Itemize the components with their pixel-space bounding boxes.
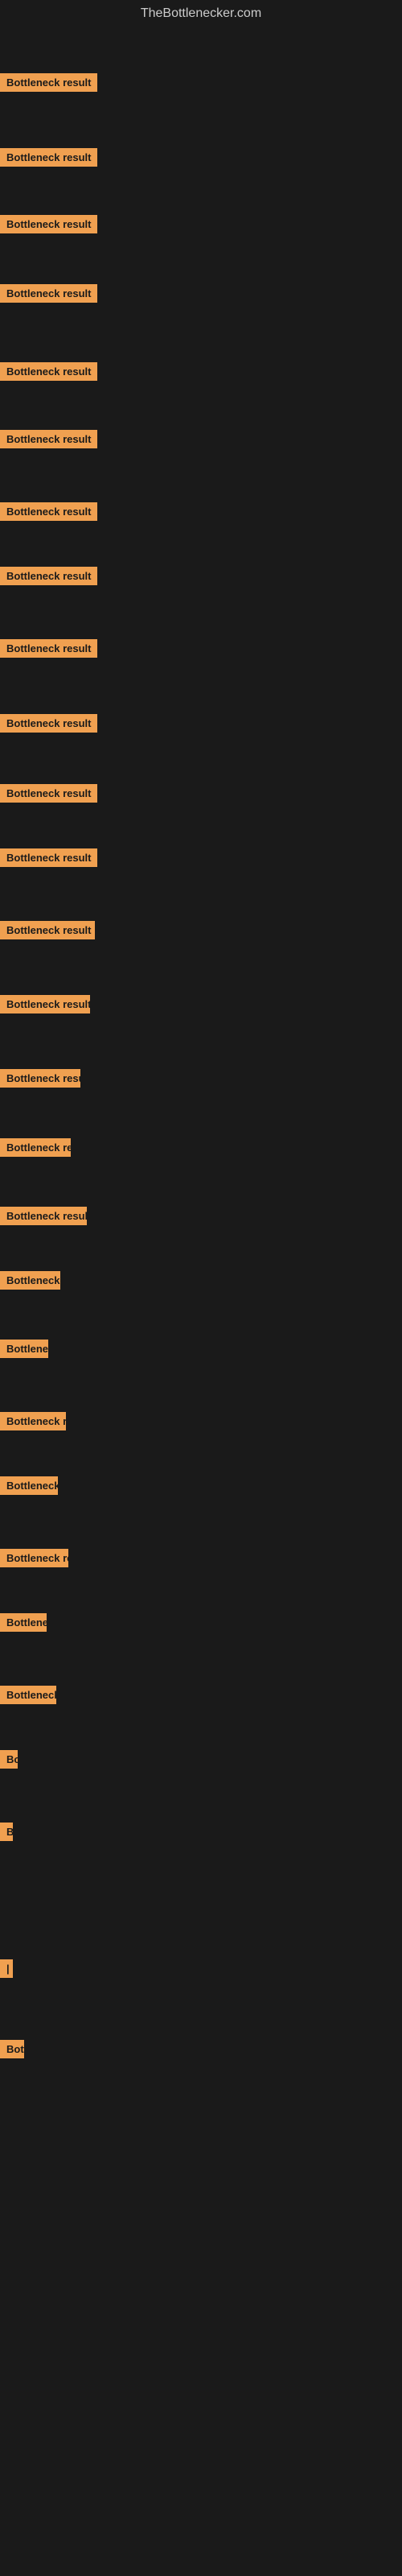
- bottleneck-item-27: |: [0, 1959, 13, 1982]
- bottleneck-label-25: Bo: [0, 1750, 18, 1769]
- bottleneck-label-16: Bottleneck re: [0, 1138, 71, 1157]
- bottleneck-item-16: Bottleneck re: [0, 1138, 71, 1161]
- bottleneck-item-17: Bottleneck resul: [0, 1207, 87, 1229]
- bottleneck-item-8: Bottleneck result: [0, 567, 97, 589]
- bottleneck-item-7: Bottleneck result: [0, 502, 97, 525]
- bottleneck-label-8: Bottleneck result: [0, 567, 97, 585]
- bottleneck-label-21: Bottleneck: [0, 1476, 58, 1495]
- bottleneck-label-14: Bottleneck result: [0, 995, 90, 1013]
- bottleneck-label-28: Bott: [0, 2040, 24, 2058]
- bottleneck-label-5: Bottleneck result: [0, 362, 97, 381]
- bottleneck-item-18: Bottleneck: [0, 1271, 60, 1294]
- bottleneck-item-12: Bottleneck result: [0, 848, 97, 871]
- bottleneck-item-25: Bo: [0, 1750, 18, 1773]
- bottleneck-item-23: Bottlene: [0, 1613, 47, 1636]
- bottleneck-item-19: Bottlene: [0, 1340, 48, 1362]
- bottleneck-label-23: Bottlene: [0, 1613, 47, 1632]
- bottleneck-item-22: Bottleneck re: [0, 1549, 68, 1571]
- bottleneck-item-11: Bottleneck result: [0, 784, 97, 807]
- bottleneck-item-2: Bottleneck result: [0, 148, 97, 171]
- bottleneck-item-21: Bottleneck: [0, 1476, 58, 1499]
- bottleneck-label-1: Bottleneck result: [0, 73, 97, 92]
- bottleneck-item-14: Bottleneck result: [0, 995, 90, 1018]
- bottleneck-item-1: Bottleneck result: [0, 73, 97, 96]
- bottleneck-item-4: Bottleneck result: [0, 284, 97, 307]
- bottleneck-label-20: Bottleneck r: [0, 1412, 66, 1430]
- bottleneck-item-9: Bottleneck result: [0, 639, 97, 662]
- bottleneck-label-9: Bottleneck result: [0, 639, 97, 658]
- bottleneck-item-6: Bottleneck result: [0, 430, 97, 452]
- bottleneck-item-24: Bottleneck: [0, 1686, 56, 1708]
- bottleneck-label-15: Bottleneck result: [0, 1069, 80, 1088]
- bottleneck-label-4: Bottleneck result: [0, 284, 97, 303]
- bottleneck-item-26: B: [0, 1823, 13, 1845]
- bottleneck-item-3: Bottleneck result: [0, 215, 97, 237]
- bottleneck-label-10: Bottleneck result: [0, 714, 97, 733]
- bottleneck-label-12: Bottleneck result: [0, 848, 97, 867]
- bottleneck-label-18: Bottleneck: [0, 1271, 60, 1290]
- bottleneck-label-11: Bottleneck result: [0, 784, 97, 803]
- bottleneck-label-3: Bottleneck result: [0, 215, 97, 233]
- bottleneck-item-15: Bottleneck result: [0, 1069, 80, 1092]
- bottleneck-label-22: Bottleneck re: [0, 1549, 68, 1567]
- bottleneck-item-10: Bottleneck result: [0, 714, 97, 737]
- bottleneck-label-13: Bottleneck result: [0, 921, 95, 939]
- bottleneck-item-5: Bottleneck result: [0, 362, 97, 385]
- bottleneck-label-26: B: [0, 1823, 13, 1841]
- bottleneck-label-6: Bottleneck result: [0, 430, 97, 448]
- bottleneck-label-2: Bottleneck result: [0, 148, 97, 167]
- bottleneck-item-20: Bottleneck r: [0, 1412, 66, 1435]
- bottleneck-label-7: Bottleneck result: [0, 502, 97, 521]
- bottleneck-label-27: |: [0, 1959, 13, 1978]
- bottleneck-item-13: Bottleneck result: [0, 921, 95, 943]
- bottleneck-item-28: Bott: [0, 2040, 24, 2062]
- site-title: TheBottlenecker.com: [0, 0, 402, 27]
- bottleneck-label-17: Bottleneck resul: [0, 1207, 87, 1225]
- bottleneck-label-19: Bottlene: [0, 1340, 48, 1358]
- bottleneck-label-24: Bottleneck: [0, 1686, 56, 1704]
